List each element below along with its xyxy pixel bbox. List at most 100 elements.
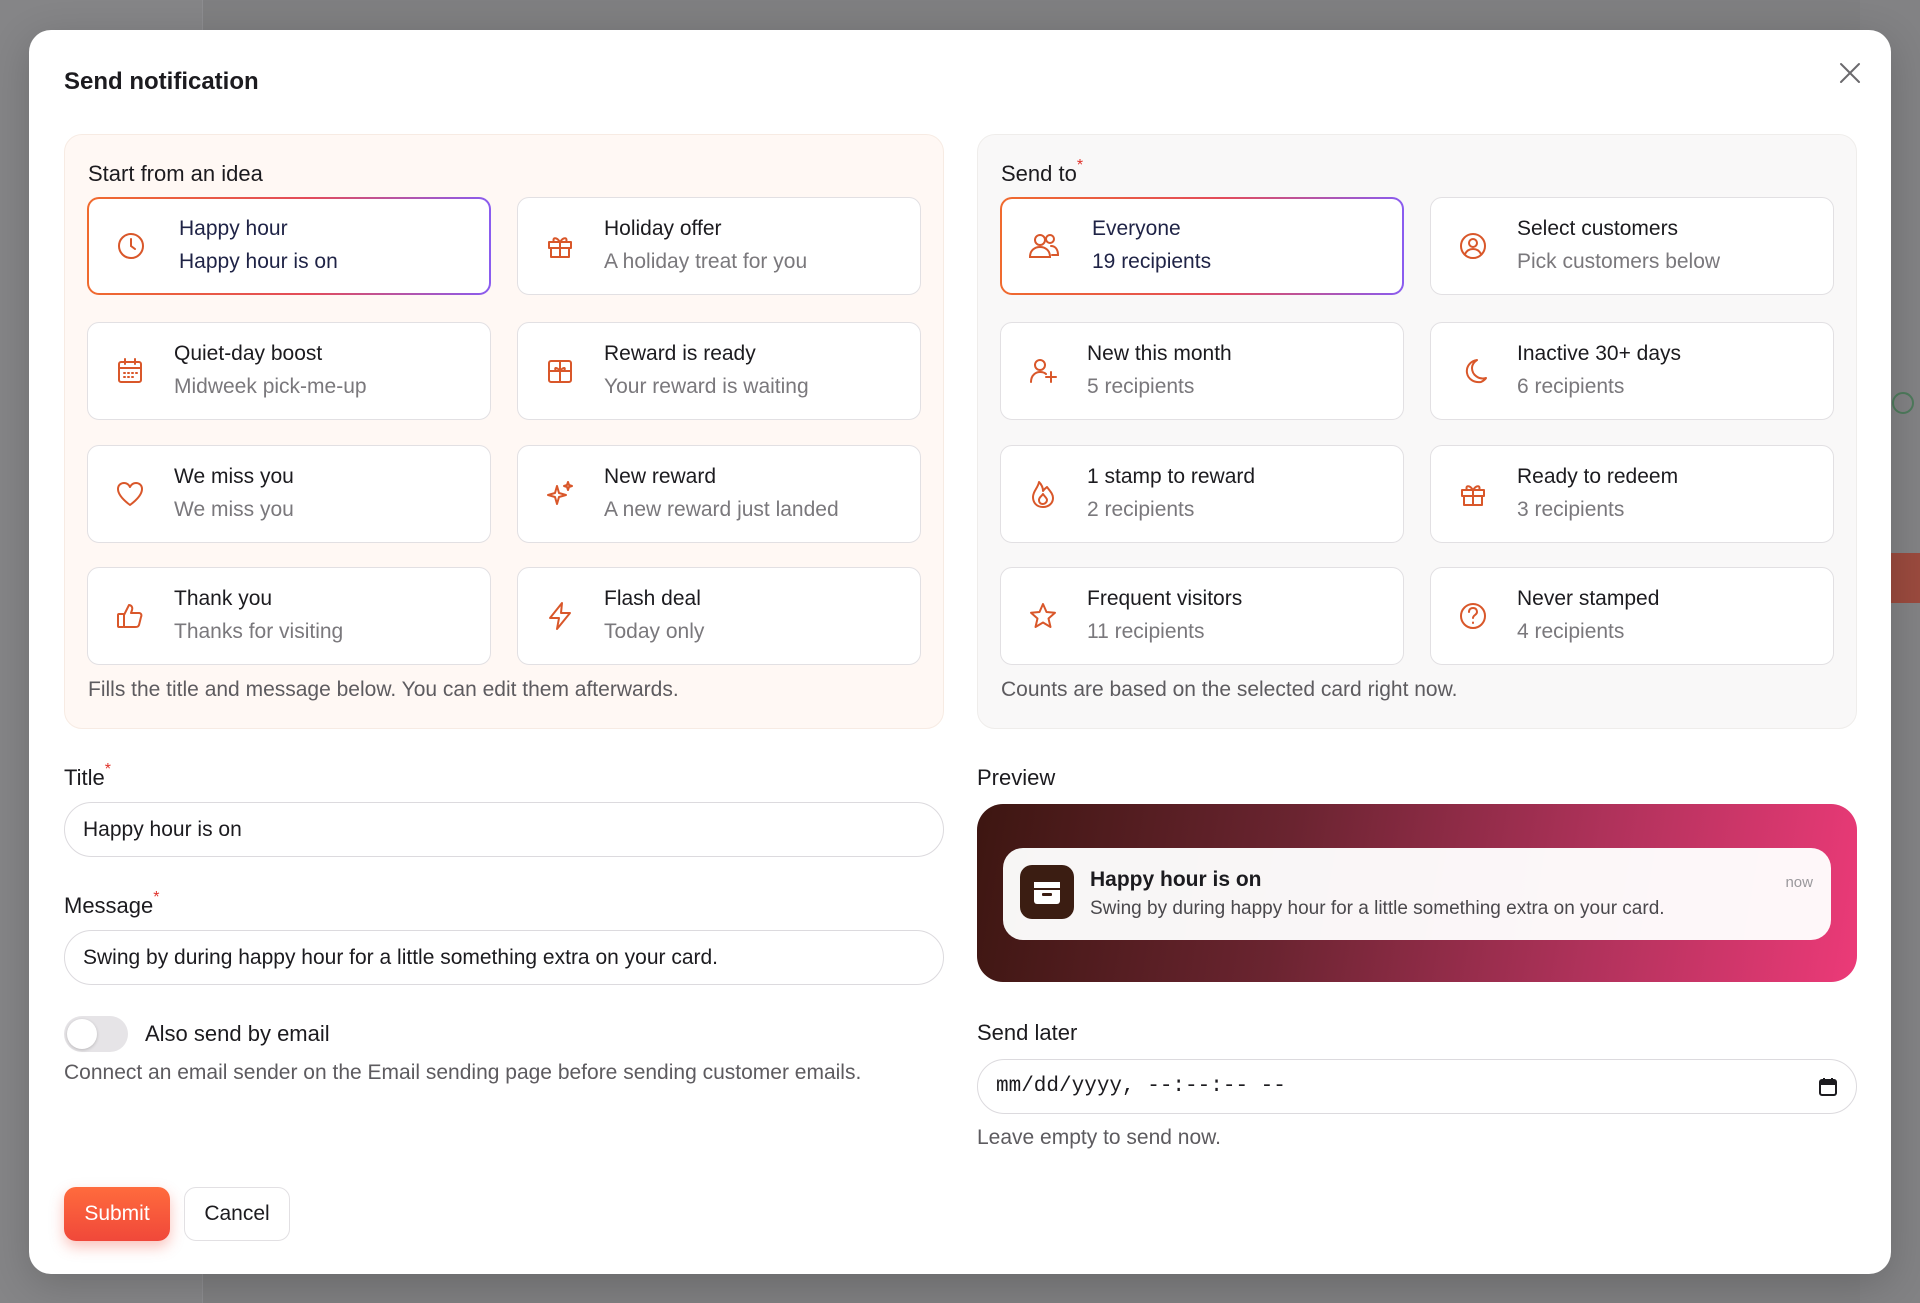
audience-title: New this month [1087,342,1232,365]
audience-card-ready-to-redeem[interactable]: Ready to redeem 3 recipients [1430,445,1834,543]
preview-notification-card: Happy hour is on Swing by during happy h… [1003,848,1831,940]
idea-title: Holiday offer [604,217,722,240]
idea-card-reward-ready[interactable]: Reward is ready Your reward is waiting [517,322,921,420]
idea-title: Quiet-day boost [174,342,323,365]
required-marker: * [104,761,111,778]
email-toggle[interactable] [64,1016,128,1052]
calendar-icon[interactable] [1818,1077,1838,1097]
preview-time: now [1785,874,1813,891]
background-check-icon [1892,392,1914,414]
idea-card-holiday-offer[interactable]: Holiday offer A holiday treat for you [517,197,921,295]
required-marker: * [1076,157,1084,174]
store-icon [1034,882,1060,904]
message-label: Message* [64,889,160,919]
preview-title: Happy hour is on [1090,868,1262,891]
idea-card-flash-deal[interactable]: Flash deal Today only [517,567,921,665]
required-marker: * [153,889,160,906]
idea-card-we-miss-you[interactable]: We miss you We miss you [87,445,491,543]
idea-subtitle: Happy hour is on [179,250,338,273]
idea-subtitle: We miss you [174,498,294,521]
idea-subtitle: A new reward just landed [604,498,839,521]
question-circle-icon [1455,598,1491,634]
audience-card-never-stamped[interactable]: Never stamped 4 recipients [1430,567,1834,665]
idea-subtitle: Today only [604,620,705,643]
title-label: Title* [64,761,111,791]
user-plus-icon [1025,353,1061,389]
cancel-button[interactable]: Cancel [184,1187,290,1241]
idea-title: Thank you [174,587,273,610]
audience-count: 5 recipients [1087,375,1195,398]
flame-icon [1025,476,1061,512]
audience-card-new-this-month[interactable]: New this month 5 recipients [1000,322,1404,420]
sparkles-icon [542,476,578,512]
audience-card-one-stamp-to-reward[interactable]: 1 stamp to reward 2 recipients [1000,445,1404,543]
preview-message: Swing by during happy hour for a little … [1090,898,1665,919]
submit-button[interactable]: Submit [64,1187,170,1241]
audience-count: 11 recipients [1087,620,1205,643]
send-later-input[interactable]: mm/dd/yyyy, --:--:-- -- [977,1059,1857,1114]
title-label-text: Title [64,765,105,790]
send-notification-dialog: Send notification Start from an idea Hap… [29,30,1891,1274]
close-button[interactable] [1835,58,1865,88]
users-icon [1026,228,1062,264]
gift-icon [542,228,578,264]
idea-card-quiet-day-boost[interactable]: Quiet-day boost Midweek pick-me-up [87,322,491,420]
idea-title: New reward [604,465,717,488]
idea-card-new-reward[interactable]: New reward A new reward just landed [517,445,921,543]
audience-card-everyone[interactable]: Everyone 19 recipients [1000,197,1404,295]
gift-icon [1455,476,1491,512]
idea-card-thank-you[interactable]: Thank you Thanks for visiting [87,567,491,665]
idea-title: Flash deal [604,587,701,610]
send-to-hint: Counts are based on the selected card ri… [1001,678,1458,701]
idea-subtitle: Thanks for visiting [174,620,344,643]
audience-card-inactive-30-days[interactable]: Inactive 30+ days 6 recipients [1430,322,1834,420]
audience-count: Pick customers below [1517,250,1721,273]
idea-subtitle: Midweek pick-me-up [174,375,367,398]
user-circle-icon [1455,228,1491,264]
ideas-panel: Start from an idea Happy hour Happy hour… [64,134,944,729]
title-input[interactable]: Happy hour is on [64,802,944,857]
gift-box-icon [542,353,578,389]
message-label-text: Message [64,893,154,918]
send-to-label-text: Send to [1001,161,1077,186]
send-later-label: Send later [977,1020,1078,1045]
audience-card-select-customers[interactable]: Select customers Pick customers below [1430,197,1834,295]
ideas-label: Start from an idea [88,161,263,186]
audience-title: Inactive 30+ days [1517,342,1682,365]
audience-count: 19 recipients [1092,250,1212,273]
email-toggle-label: Also send by email [145,1021,330,1046]
idea-title: Happy hour [179,217,288,240]
send-later-hint: Leave empty to send now. [977,1126,1221,1149]
idea-title: Reward is ready [604,342,756,365]
toggle-knob [67,1019,97,1049]
ideas-hint: Fills the title and message below. You c… [88,678,679,701]
audience-title: Ready to redeem [1517,465,1679,488]
datetime-placeholder: mm/dd/yyyy, --:--:-- -- [996,1075,1286,1098]
audience-title: 1 stamp to reward [1087,465,1256,488]
idea-subtitle: Your reward is waiting [604,375,809,398]
audience-count: 6 recipients [1517,375,1625,398]
audience-title: Everyone [1092,217,1181,240]
message-input[interactable]: Swing by during happy hour for a little … [64,930,944,985]
send-to-panel: Send to* Everyone 19 recipients Select c… [977,134,1857,729]
close-icon [1840,63,1860,83]
idea-title: We miss you [174,465,294,488]
audience-title: Select customers [1517,217,1679,240]
notification-preview: Happy hour is on Swing by during happy h… [977,804,1857,982]
audience-card-frequent-visitors[interactable]: Frequent visitors 11 recipients [1000,567,1404,665]
dialog-title: Send notification [64,68,259,95]
clock-icon [113,228,149,264]
audience-count: 2 recipients [1087,498,1195,521]
audience-title: Never stamped [1517,587,1660,610]
email-hint: Connect an email sender on the Email sen… [64,1061,862,1084]
calendar-icon [112,353,148,389]
app-icon [1020,865,1074,919]
audience-count: 3 recipients [1517,498,1625,521]
send-to-label: Send to* [1001,157,1083,187]
idea-card-happy-hour[interactable]: Happy hour Happy hour is on [87,197,491,295]
idea-subtitle: A holiday treat for you [604,250,808,273]
heart-icon [112,476,148,512]
preview-label: Preview [977,765,1056,790]
star-icon [1025,598,1061,634]
thumbs-up-icon [112,598,148,634]
